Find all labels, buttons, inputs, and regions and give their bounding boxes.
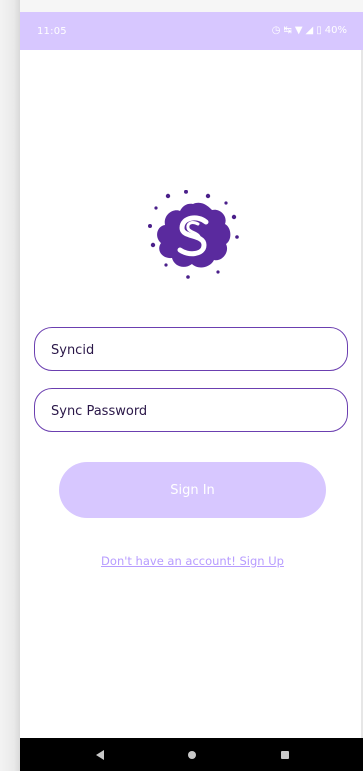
status-bar: 11:05 ◷ ↹ ▼ ◢ ▯ 40% xyxy=(20,12,363,50)
status-icons: ◷ ↹ ▼ ◢ ▯ 40% xyxy=(272,25,347,36)
nav-back-button[interactable] xyxy=(80,738,120,771)
vibrate-icon: ↹ xyxy=(283,25,292,36)
navigation-bar xyxy=(20,738,363,771)
sign-up-link[interactable]: Don't have an account! Sign Up xyxy=(0,554,363,568)
password-input[interactable] xyxy=(49,389,333,433)
battery-icon: ▯ xyxy=(316,25,322,36)
login-screen: 11:05 ◷ ↹ ▼ ◢ ▯ 40% Syncid Sign In Don't… xyxy=(0,0,363,771)
syncid-input[interactable] xyxy=(49,328,333,372)
signal-icon: ◢ xyxy=(305,25,314,36)
window-frame xyxy=(0,0,20,771)
nav-home-button[interactable] xyxy=(172,738,212,771)
nav-recents-button[interactable] xyxy=(265,738,305,771)
top-strip xyxy=(20,0,363,12)
wifi-icon: ▼ xyxy=(294,25,303,36)
sign-in-button[interactable]: Sign In xyxy=(59,462,326,518)
recents-icon xyxy=(281,750,289,759)
status-time: 11:05 xyxy=(37,26,67,37)
password-field[interactable] xyxy=(34,388,348,433)
alarm-icon: ◷ xyxy=(271,25,281,36)
syncid-field[interactable] xyxy=(34,327,348,372)
app-logo xyxy=(148,190,239,279)
battery-percent: 40% xyxy=(324,25,347,36)
home-icon xyxy=(188,750,196,759)
back-icon xyxy=(96,749,104,760)
